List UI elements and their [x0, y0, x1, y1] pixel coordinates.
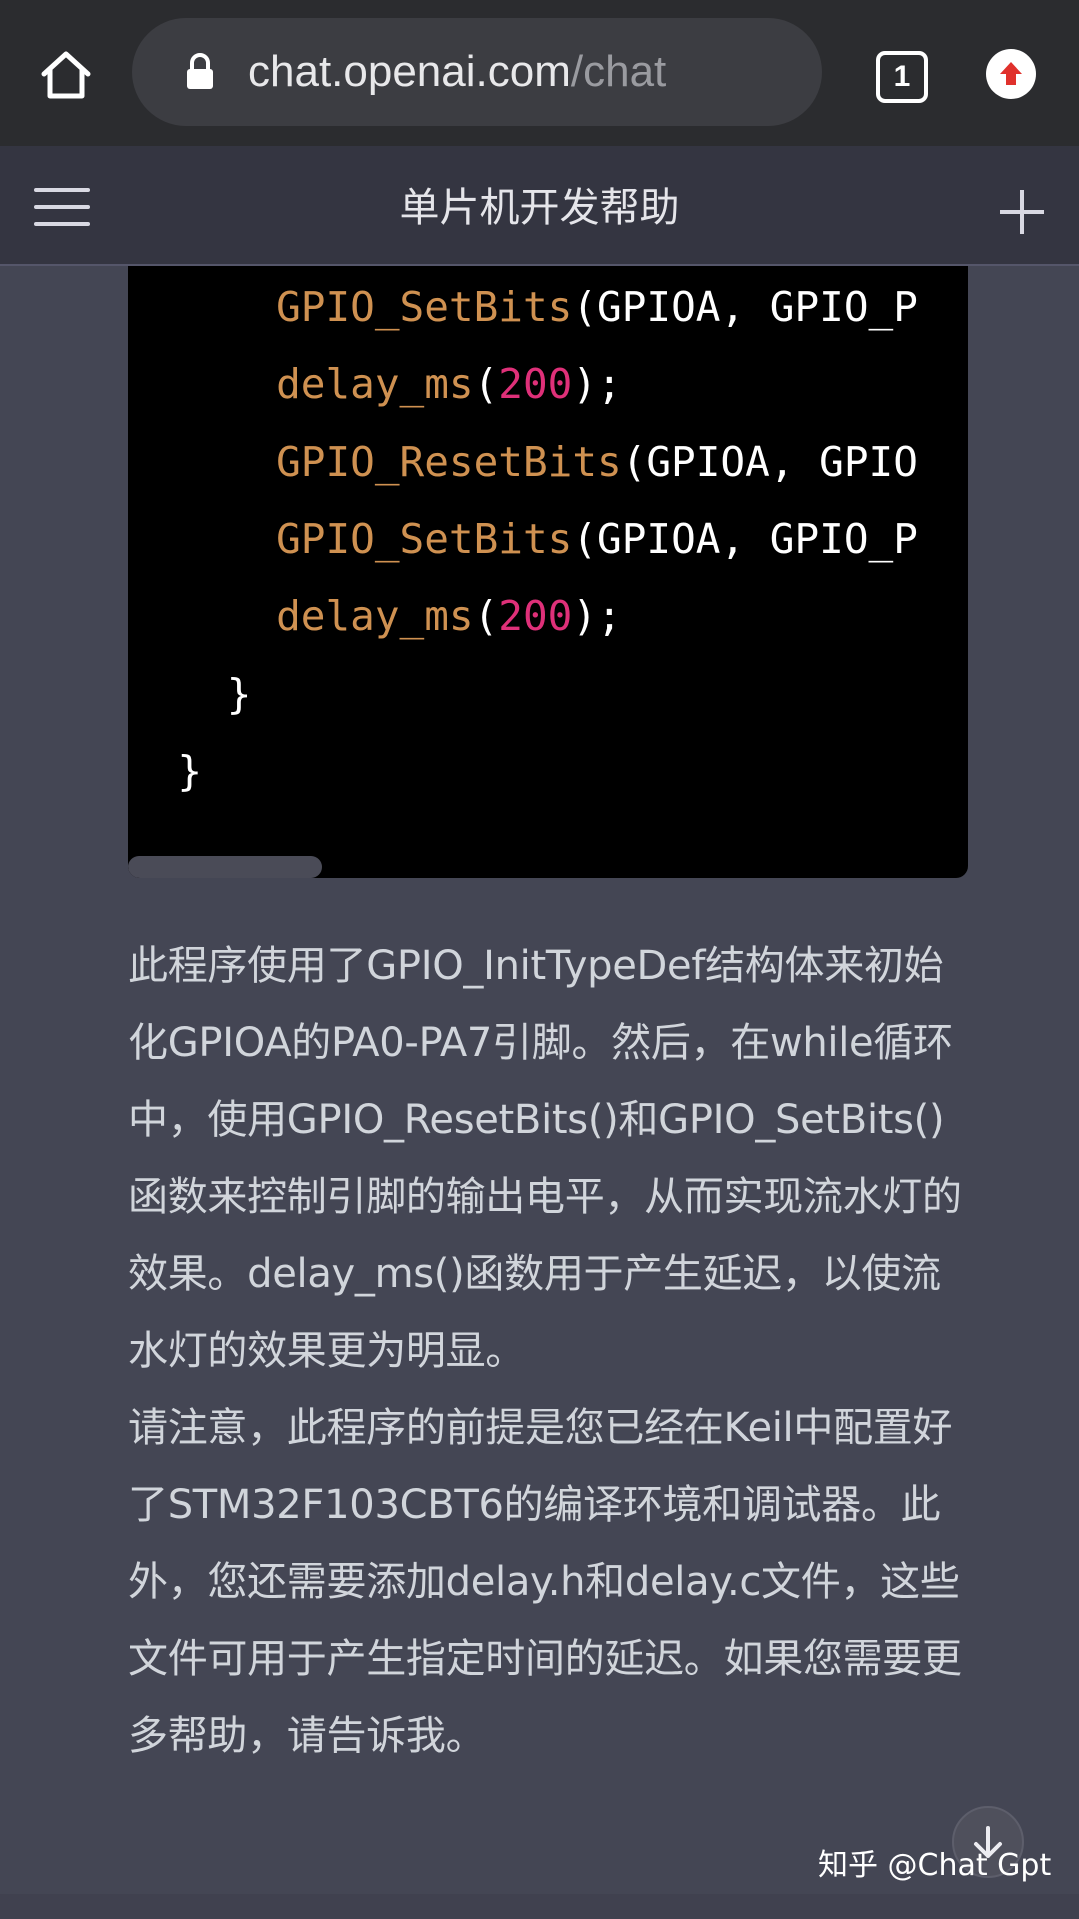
answer-paragraph: 请注意，此程序的前提是您已经在Keil中配置好了STM32F103CBT6的编译… — [128, 1405, 962, 1759]
home-icon[interactable] — [38, 50, 94, 100]
tab-switcher-button[interactable]: 1 — [876, 51, 928, 103]
chat-header: 单片机开发帮助 — [0, 146, 1079, 266]
new-chat-plus-icon[interactable] — [1000, 190, 1044, 234]
update-arrow-icon[interactable] — [986, 49, 1036, 99]
watermark: 知乎 @Chat Gpt — [818, 1848, 1052, 1883]
address-bar[interactable]: chat.openai.com/chat — [132, 18, 822, 126]
horizontal-scrollbar[interactable] — [128, 856, 322, 878]
url-text: chat.openai.com/chat — [248, 44, 666, 100]
browser-toolbar: chat.openai.com/chat 1 — [0, 0, 1079, 146]
bottom-bar — [0, 1894, 1079, 1919]
code-line: GPIO_ResetBits(GPIOA, GPIO — [276, 438, 918, 486]
code-line: delay_ms(200); — [276, 360, 622, 408]
code-line: } — [177, 747, 203, 795]
lock-icon — [184, 52, 216, 92]
chat-title: 单片机开发帮助 — [399, 185, 680, 231]
url-path: /chat — [570, 47, 667, 96]
assistant-message: 此程序使用了GPIO_InitTypeDef结构体来初始化GPIOA的PA0-P… — [128, 928, 968, 1775]
code-line: GPIO_SetBits(GPIOA, GPIO_P — [276, 283, 918, 331]
code-block: GPIO_SetBits(GPIOA, GPIO_P delay_ms(200)… — [128, 266, 968, 878]
code-line: delay_ms(200); — [276, 592, 622, 640]
code-line: } — [226, 670, 252, 718]
url-host: chat.openai.com — [248, 47, 571, 96]
answer-paragraph: 此程序使用了GPIO_InitTypeDef结构体来初始化GPIOA的PA0-P… — [128, 943, 962, 1374]
code-line: GPIO_SetBits(GPIOA, GPIO_P — [276, 515, 918, 563]
